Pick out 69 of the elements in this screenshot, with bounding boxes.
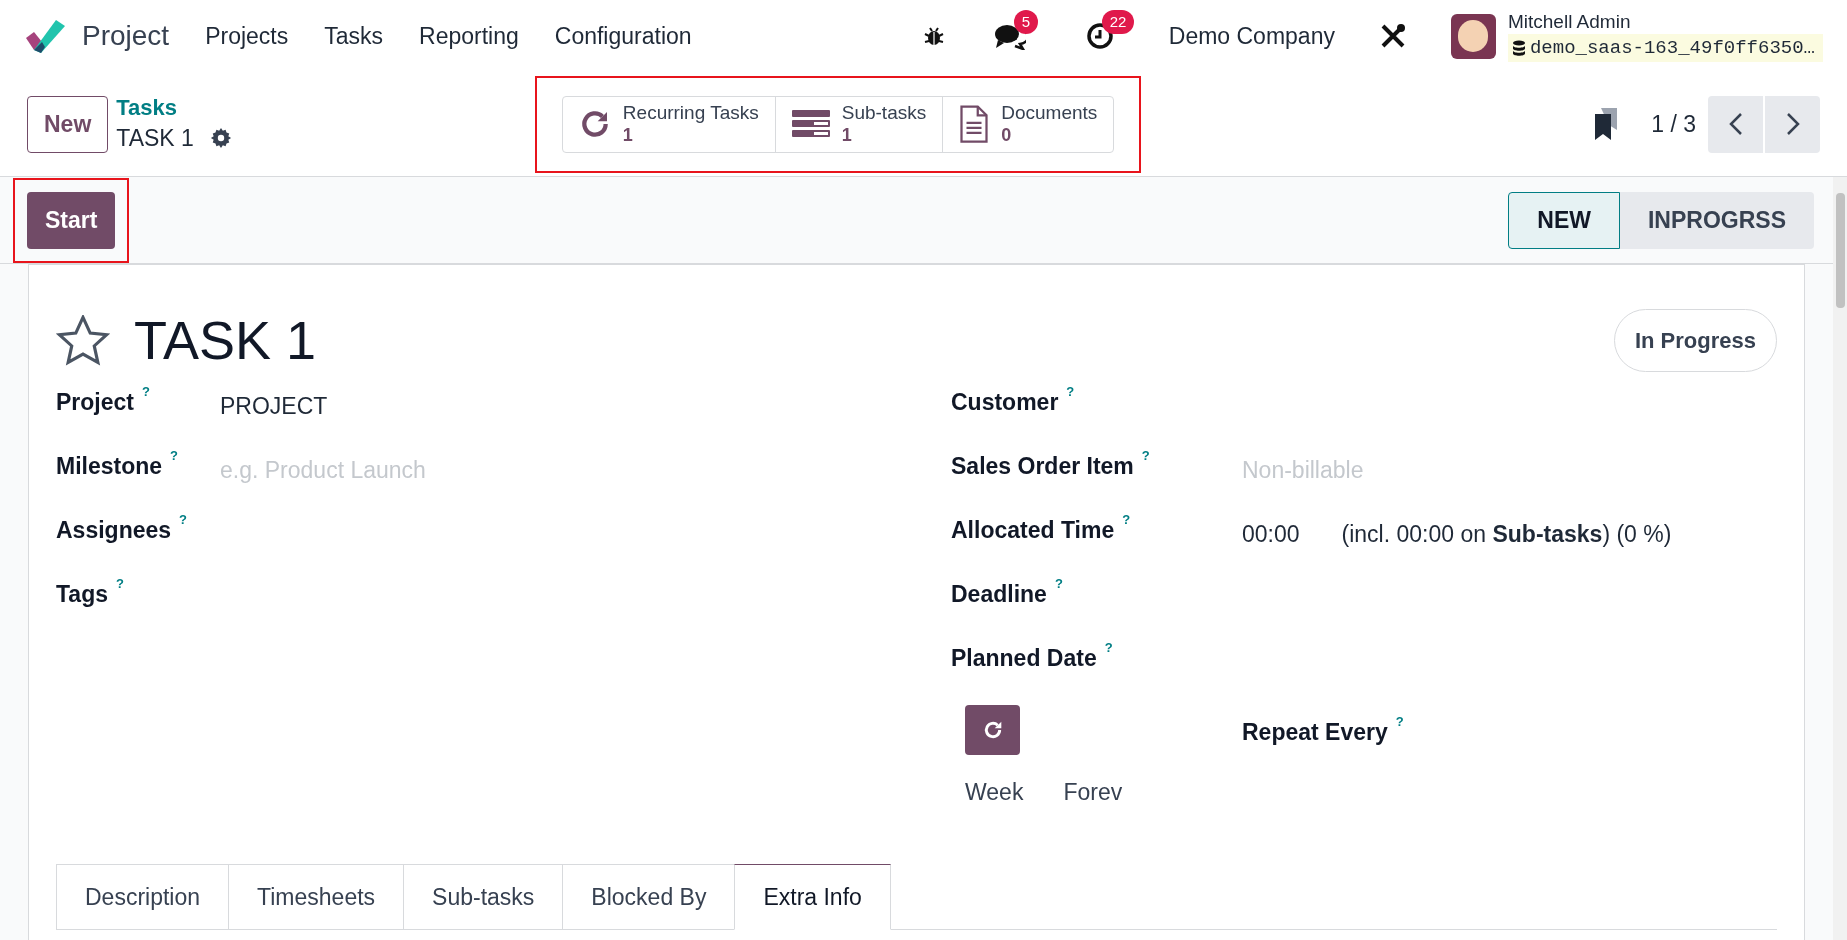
help-mark[interactable]: ? xyxy=(1122,513,1131,527)
database-name: demo_saas-163_49f0ff6350… xyxy=(1529,35,1815,61)
app-logo-icon xyxy=(24,18,66,54)
user-avatar[interactable] xyxy=(1450,13,1496,59)
field-label: Tags xyxy=(56,580,108,609)
field-note: (incl. 00:00 on Sub-tasks) (0 %) xyxy=(1341,520,1672,549)
bookmarks-icon[interactable] xyxy=(1593,108,1620,140)
help-mark[interactable]: ? xyxy=(179,513,187,527)
field-label: Repeat Every xyxy=(1242,718,1388,747)
field-label: Sales Order Item xyxy=(951,452,1134,481)
menu-item[interactable]: Projects xyxy=(205,18,289,54)
gear-icon[interactable] xyxy=(209,127,232,149)
new-button[interactable]: New xyxy=(27,95,109,153)
field-label: Deadline xyxy=(951,580,1047,609)
refresh-icon xyxy=(982,720,1003,740)
smart-button[interactable]: Sub-tasks 1 xyxy=(774,95,944,153)
record-name: TASK 1 xyxy=(116,124,194,153)
input-field[interactable]: e.g. Product Launch xyxy=(220,453,820,488)
field-label: Milestone xyxy=(56,452,163,481)
help-mark[interactable]: ? xyxy=(1141,449,1150,463)
company-switcher[interactable]: Demo Company xyxy=(1168,18,1335,54)
star-icon[interactable] xyxy=(56,314,110,367)
menu-item[interactable]: Configuration xyxy=(554,18,692,54)
until-value[interactable]: Forev xyxy=(1063,775,1123,810)
pager-value[interactable]: 1 / 3 xyxy=(1651,106,1696,142)
smart-button-label: Documents xyxy=(1001,101,1098,124)
start-button[interactable]: Start xyxy=(27,191,116,249)
recurrence-button[interactable] xyxy=(965,705,1020,755)
stage-button[interactable]: NEW xyxy=(1508,191,1620,249)
message-count-badge: 5 xyxy=(1013,10,1039,34)
chevron-left-icon xyxy=(1728,112,1743,136)
menu-item[interactable]: Tasks xyxy=(324,18,384,54)
help-mark[interactable]: ? xyxy=(116,577,124,591)
activity-count-badge: 22 xyxy=(1101,10,1135,34)
stage-button[interactable]: INPROGRSS xyxy=(1619,191,1814,249)
task-title[interactable]: TASK 1 xyxy=(134,300,317,381)
help-mark[interactable]: ? xyxy=(1395,715,1404,729)
chevron-right-icon xyxy=(1785,112,1800,136)
app-name[interactable]: Project xyxy=(82,15,170,57)
menu-item[interactable]: Reporting xyxy=(419,18,519,54)
field-label: Project xyxy=(56,388,134,417)
smart-button-label: Recurring Tasks xyxy=(622,101,759,124)
scrollbar[interactable] xyxy=(1833,177,1847,940)
smart-button-label: Sub-tasks xyxy=(841,101,927,124)
help-mark[interactable]: ? xyxy=(1066,385,1075,399)
tab[interactable]: Extra Info xyxy=(734,864,891,930)
help-mark[interactable]: ? xyxy=(170,449,179,463)
field-value[interactable]: 00:00 xyxy=(1242,517,1300,552)
smart-button-count: 0 xyxy=(1001,124,1012,147)
smart-button-count: 1 xyxy=(841,124,852,147)
input-field[interactable]: Non-billable xyxy=(1242,453,1642,488)
tab[interactable]: Description xyxy=(56,864,230,930)
field-value[interactable]: PROJECT xyxy=(220,389,328,424)
document-icon xyxy=(959,105,990,143)
stacked-bars-icon xyxy=(791,108,830,140)
smart-button[interactable]: Recurring Tasks 1 xyxy=(561,95,776,153)
smart-button[interactable]: Documents 0 xyxy=(942,95,1115,153)
field-label: Assignees xyxy=(56,516,172,545)
help-mark[interactable]: ? xyxy=(1054,577,1063,591)
field-label: Allocated Time xyxy=(951,516,1115,545)
database-icon xyxy=(1511,40,1526,56)
smart-button-count: 1 xyxy=(622,124,633,147)
user-name[interactable]: Mitchell Admin xyxy=(1507,9,1823,34)
help-mark[interactable]: ? xyxy=(1104,641,1113,655)
breadcrumb-link[interactable]: Tasks xyxy=(116,94,232,122)
help-mark[interactable]: ? xyxy=(142,385,150,399)
unit-value[interactable]: Week xyxy=(965,775,1024,810)
field-label: Customer xyxy=(951,388,1059,417)
field-label: Planned Date xyxy=(951,644,1097,673)
